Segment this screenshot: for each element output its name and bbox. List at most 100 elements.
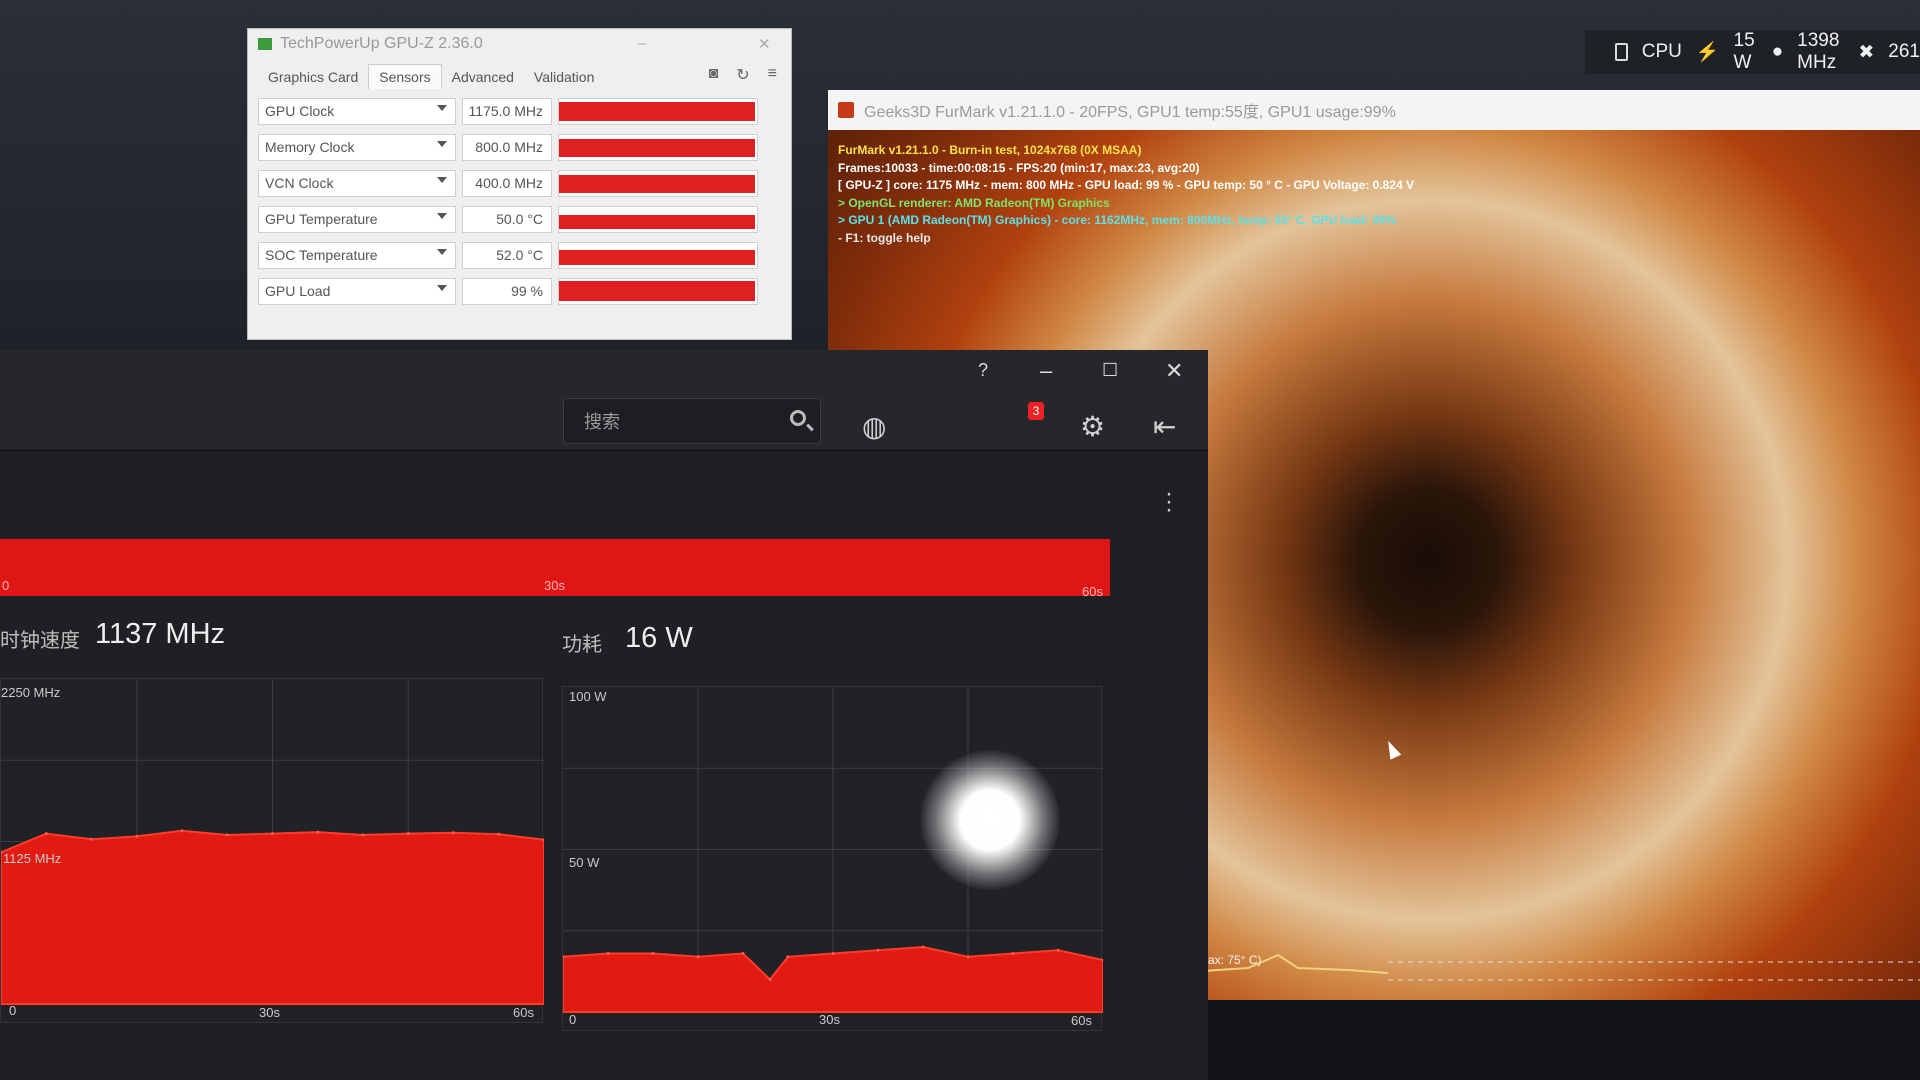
x-tick: 60s bbox=[513, 1005, 534, 1020]
furmark-app-icon bbox=[838, 102, 854, 118]
globe-icon[interactable]: ◍ bbox=[862, 410, 886, 443]
data-point bbox=[651, 952, 655, 955]
search-input[interactable]: 搜索 bbox=[563, 398, 821, 444]
refresh-icon[interactable]: ↻ bbox=[736, 65, 749, 85]
monitor-icon bbox=[1615, 43, 1628, 61]
clock-chart-plot bbox=[1, 679, 544, 1005]
sensor-name-select[interactable]: Memory Clock bbox=[258, 133, 456, 161]
close-icon[interactable]: ✕ bbox=[1165, 358, 1183, 384]
info-line: [ GPU-Z ] core: 1175 MHz - mem: 800 MHz … bbox=[838, 178, 1415, 192]
more-options-icon[interactable]: · · · bbox=[1165, 482, 1173, 522]
help-icon[interactable]: ? bbox=[978, 360, 988, 381]
x-tick: 0 bbox=[569, 1012, 577, 1027]
gpuz-title: TechPowerUp GPU-Z 2.36.0 bbox=[280, 35, 483, 52]
power-value: 16 W bbox=[625, 622, 693, 654]
gpuz-app-icon bbox=[258, 38, 272, 50]
amd-titlebar[interactable]: ? – ☐ ✕ bbox=[0, 350, 1208, 390]
exit-fullscreen-icon[interactable]: ⇤ bbox=[1153, 410, 1176, 443]
sensor-value: 50.0 °C bbox=[462, 205, 552, 233]
clock-speed-chart: 2250 MHz 1125 MHz 0 30s 60s bbox=[0, 678, 544, 1023]
x-tick: 30s bbox=[259, 1005, 280, 1020]
furmark-titlebar[interactable]: Geeks3D FurMark v1.21.1.0 - 20FPS, GPU1 … bbox=[828, 90, 1920, 130]
data-point bbox=[497, 832, 501, 836]
data-point bbox=[768, 978, 772, 981]
tab-sensors[interactable]: Sensors bbox=[368, 64, 442, 89]
sensor-name-select[interactable]: GPU Load bbox=[258, 277, 456, 305]
sensor-name: GPU Clock bbox=[265, 103, 335, 119]
minimize-icon[interactable]: – bbox=[1040, 358, 1052, 384]
sensor-graph bbox=[558, 169, 758, 197]
x-tick: 30s bbox=[819, 1012, 840, 1027]
data-point bbox=[786, 955, 790, 959]
info-line: > GPU 1 (AMD Radeon(TM) Graphics) - core… bbox=[838, 213, 1397, 227]
sensor-name: SOC Temperature bbox=[265, 247, 378, 263]
fan-icon: ✖ bbox=[1858, 41, 1875, 63]
maximize-icon[interactable]: ☐ bbox=[1102, 360, 1118, 381]
sensor-graph-fill bbox=[559, 214, 755, 229]
performance-overlay: CPU ⚡ 15 W ● 1398 MHz ✖ 261 bbox=[1585, 30, 1920, 74]
lightning-icon: ⚡ bbox=[1695, 42, 1720, 63]
overlay-extra: 261 bbox=[1888, 41, 1920, 62]
sensor-value: 52.0 °C bbox=[462, 241, 552, 269]
sensor-row: GPU Load 99 % bbox=[258, 273, 781, 309]
close-icon[interactable]: ✕ bbox=[758, 35, 771, 53]
tab-validation[interactable]: Validation bbox=[524, 65, 604, 89]
cpu-clock: 1398 MHz bbox=[1797, 30, 1840, 73]
data-point bbox=[876, 948, 880, 952]
sensor-graph bbox=[558, 241, 758, 269]
gpuz-tabs: Graphics Card Sensors Advanced Validatio… bbox=[248, 59, 791, 89]
sensor-name: Memory Clock bbox=[265, 139, 355, 155]
tab-advanced[interactable]: Advanced bbox=[442, 65, 524, 89]
sensor-row: GPU Temperature 50.0 °C bbox=[258, 201, 781, 237]
sensor-graph-fill bbox=[559, 138, 755, 157]
sensor-name-select[interactable]: SOC Temperature bbox=[258, 241, 456, 269]
gear-icon[interactable]: ⚙ bbox=[1080, 410, 1105, 443]
y-tick: 1125 MHz bbox=[3, 851, 62, 866]
data-point bbox=[921, 945, 925, 949]
minimize-icon[interactable]: – bbox=[638, 35, 646, 52]
data-point bbox=[361, 833, 365, 837]
chevron-down-icon[interactable] bbox=[437, 176, 447, 183]
cpu-power: 15 W bbox=[1733, 30, 1755, 73]
y-tick: 100 W bbox=[569, 689, 607, 704]
sensor-name: GPU Load bbox=[265, 283, 331, 299]
furmark-info-overlay: FurMark v1.21.1.0 - Burn-in test, 1024x7… bbox=[838, 142, 1414, 247]
clock-icon: ● bbox=[1771, 41, 1784, 62]
sensor-value: 99 % bbox=[462, 277, 552, 305]
info-line: FurMark v1.21.1.0 - Burn-in test, 1024x7… bbox=[838, 143, 1142, 157]
chevron-down-icon[interactable] bbox=[437, 248, 447, 255]
search-icon[interactable] bbox=[790, 410, 806, 426]
sensor-graph bbox=[558, 97, 758, 125]
sensor-graph bbox=[558, 277, 758, 305]
sensor-graph bbox=[558, 133, 758, 161]
load-tick: 30s bbox=[544, 578, 565, 593]
sensor-name-select[interactable]: GPU Temperature bbox=[258, 205, 456, 233]
data-point bbox=[1011, 952, 1015, 955]
gpu-load-bar: 0 30s 60s bbox=[0, 532, 1110, 600]
camera-icon[interactable]: ◙ bbox=[709, 65, 719, 85]
sensor-list: GPU Clock 1175.0 MHz Memory Clock 800.0 MHz… bbox=[248, 89, 791, 313]
series-area bbox=[1, 829, 544, 1005]
data-point bbox=[741, 952, 745, 955]
chevron-down-icon[interactable] bbox=[437, 140, 447, 147]
x-tick: 0 bbox=[9, 1003, 17, 1018]
gpuz-titlebar[interactable]: TechPowerUp GPU-Z 2.36.0 – ✕ bbox=[248, 29, 791, 59]
x-tick: 60s bbox=[1071, 1013, 1092, 1028]
sensor-value: 800.0 MHz bbox=[462, 133, 552, 161]
data-point bbox=[271, 832, 274, 836]
clock-speed-label: 时钟速度 bbox=[0, 630, 80, 652]
sensor-name-select[interactable]: GPU Clock bbox=[258, 97, 456, 125]
sensor-graph-fill bbox=[559, 174, 755, 193]
sensor-value: 400.0 MHz bbox=[462, 169, 552, 197]
sensor-value: 1175.0 MHz bbox=[462, 97, 552, 125]
menu-icon[interactable]: ≡ bbox=[768, 65, 777, 85]
y-tick: 2250 MHz bbox=[1, 685, 61, 700]
sensor-name-select[interactable]: VCN Clock bbox=[258, 169, 456, 197]
chevron-down-icon[interactable] bbox=[437, 104, 447, 111]
chevron-down-icon[interactable] bbox=[437, 212, 447, 219]
tab-graphics-card[interactable]: Graphics Card bbox=[258, 65, 368, 89]
clock-speed-value: 1137 MHz bbox=[95, 618, 226, 650]
sensor-row: SOC Temperature 52.0 °C bbox=[258, 237, 781, 273]
cpu-label: CPU bbox=[1641, 41, 1682, 62]
chevron-down-icon[interactable] bbox=[437, 284, 447, 291]
